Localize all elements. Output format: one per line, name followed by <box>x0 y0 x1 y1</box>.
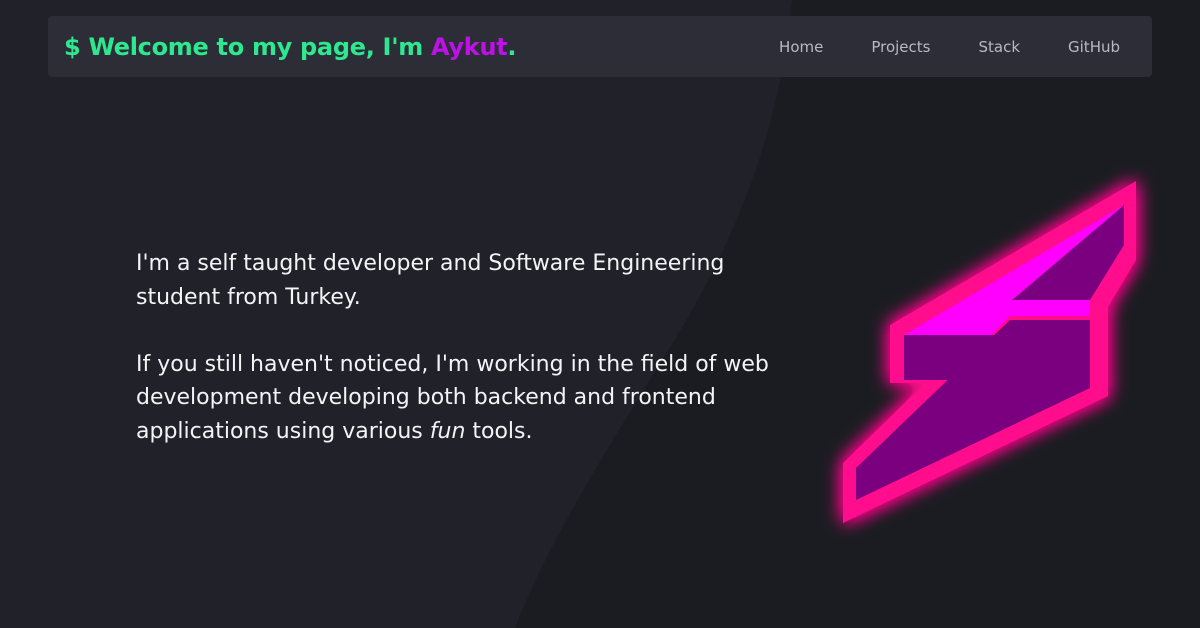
intro-paragraph-2: If you still haven't noticed, I'm workin… <box>136 348 796 449</box>
brand-prefix: $ Welcome to my page, I'm <box>64 32 432 61</box>
site-brand[interactable]: $ Welcome to my page, I'm Aykut. <box>64 32 517 61</box>
brand-suffix: . <box>507 32 517 61</box>
nav-link-projects[interactable]: Projects <box>871 38 930 56</box>
lightning-bolt-icon <box>843 181 1136 523</box>
navbar: $ Welcome to my page, I'm Aykut. Home Pr… <box>48 16 1152 77</box>
main-nav: Home Projects Stack GitHub <box>731 38 1120 56</box>
intro-section: I'm a self taught developer and Software… <box>136 247 796 448</box>
nav-link-home[interactable]: Home <box>779 38 823 56</box>
intro-p2-end: tools. <box>465 418 533 444</box>
intro-paragraph-1: I'm a self taught developer and Software… <box>136 251 725 310</box>
nav-link-github[interactable]: GitHub <box>1068 38 1120 56</box>
fun-emphasis: fun <box>429 418 466 444</box>
nav-link-stack[interactable]: Stack <box>978 38 1020 56</box>
brand-name: Aykut <box>431 32 508 61</box>
